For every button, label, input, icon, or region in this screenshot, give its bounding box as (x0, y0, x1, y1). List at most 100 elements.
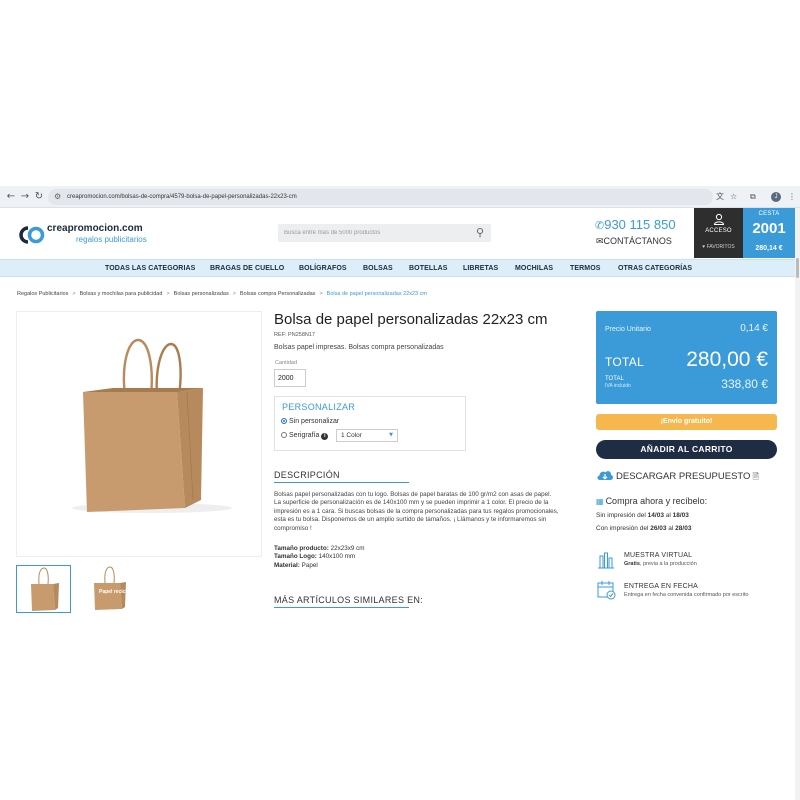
url-text[interactable]: creapromocion.com/bolsas-de-compra/4579-… (67, 191, 297, 203)
delivery-to: 18/03 (672, 512, 689, 519)
breadcrumb-link[interactable]: Bolsas compra Personalizadas (240, 291, 316, 297)
radio-label: Serigrafía (289, 432, 320, 439)
feature-virtual-sample: MUESTRA VIRTUAL Gratis, previa a la prod… (596, 549, 786, 571)
description-underline (274, 482, 409, 483)
spec-value: Papel (301, 561, 318, 569)
pdf-icon: 🗎 (752, 472, 759, 481)
delivery-mid: al (668, 525, 674, 532)
radio-selected-icon[interactable] (281, 417, 287, 424)
feature-bold: Gratis (624, 561, 640, 567)
phone-icon: ✆ (595, 219, 605, 232)
add-to-cart-button[interactable]: AÑADIR AL CARRITO (596, 440, 777, 459)
feature-sub: , previa a la producción (639, 561, 697, 567)
profile-avatar[interactable]: J (771, 192, 781, 202)
download-quote-link[interactable]: DESCARGAR PRESUPUESTO 🗎 (596, 467, 759, 485)
nav-item-otras[interactable]: OTRAS CATEGORÍAS (618, 263, 692, 274)
contact-label: CONTÁCTANOS (603, 236, 672, 246)
search-bar: ⚲ (278, 224, 491, 242)
paper-bag-image (72, 338, 232, 513)
feature-title: ENTREGA EN FECHA (624, 583, 698, 590)
address-bar[interactable]: ⚙ creapromocion.com/bolsas-de-compra/457… (48, 189, 713, 205)
nav-item-libretas[interactable]: LIBRETAS (463, 263, 498, 274)
spec-label: Tamaño Logo: (274, 553, 317, 561)
product-main-image[interactable] (16, 311, 262, 557)
nav-item-bragas[interactable]: BRAGAS DE CUELLO (210, 263, 284, 274)
spec-value: 22x23x9 cm (330, 545, 365, 552)
thumbnail-1[interactable] (16, 565, 71, 613)
site-header: creapromocion.com regalos publicitarios … (0, 208, 800, 258)
chevron-down-icon: ▼ (389, 432, 393, 438)
delivery-prefix: Sin impresión del (596, 512, 646, 519)
translate-icon[interactable]: 文 (716, 190, 724, 204)
quantity-input[interactable] (274, 369, 306, 387)
feature-title: MUESTRA VIRTUAL (624, 552, 693, 559)
delivery-with-print: Con impresión del 26/03 al 28/03 (596, 524, 691, 533)
radio-sin-personalizar[interactable]: Sin personalizar (281, 417, 339, 427)
cloud-download-icon (597, 471, 614, 480)
contact-link[interactable]: ✉CONTÁCTANOS (596, 235, 672, 248)
reload-icon[interactable]: ↻ (33, 190, 45, 204)
unit-price-label: Precio Unitario (605, 326, 651, 333)
logo-mark-icon (19, 226, 45, 244)
delivery-mid: al (665, 512, 671, 519)
favorites-link[interactable]: ♥ FAVORITOS (694, 243, 743, 251)
back-icon[interactable]: ← (5, 190, 17, 204)
total-iva-price: 338,80 € (721, 377, 768, 391)
product-specs: Tamaño producto: 22x23x9 cm Tamaño Logo:… (274, 545, 365, 570)
quantity-label: Cantidad (275, 360, 298, 366)
delivery-from: 26/03 (650, 525, 667, 532)
bookmark-star-icon[interactable]: ☆ (730, 190, 737, 204)
info-icon[interactable]: i (321, 433, 329, 440)
phone-link[interactable]: ✆930 115 850 (595, 217, 676, 234)
browser-toolbar: ← → ↻ ⚙ creapromocion.com/bolsas-de-comp… (0, 186, 800, 208)
site-info-icon[interactable]: ⚙ (54, 192, 64, 202)
feature-subtitle: Entrega en fecha convenida confirmado po… (624, 592, 749, 598)
spec-row: Tamaño producto: 22x23x9 cm (274, 545, 365, 553)
description-heading: DESCRIPCIÓN (274, 470, 340, 480)
search-input[interactable] (284, 226, 464, 240)
nav-item-mochilas[interactable]: MOCHILAS (515, 263, 553, 274)
nav-item-bolsas[interactable]: BOLSAS (363, 263, 393, 274)
breadcrumb-separator: > (166, 291, 170, 297)
breadcrumb-link[interactable]: Regalos Publicitarios (17, 291, 68, 297)
delivery-to: 28/03 (675, 525, 692, 532)
radio-serigrafia[interactable]: Serigrafía i (281, 431, 329, 441)
download-quote-label: DESCARGAR PRESUPUESTO (616, 471, 751, 482)
cart-total: 280,14 € (755, 245, 783, 252)
account-button[interactable]: ACCESO ♥ FAVORITOS (694, 208, 743, 258)
product-ref: REF: PN258N17 (274, 332, 315, 338)
delivery-without-print: Sin impresión del 14/03 al 18/03 (596, 511, 689, 520)
delivery-from: 14/03 (647, 512, 664, 519)
page-scrollbar[interactable] (795, 208, 800, 800)
nav-item-boligrafos[interactable]: BOLÍGRAFOS (299, 263, 347, 274)
breadcrumb: Regalos Publicitarios > Bolsas y mochilas … (17, 290, 427, 298)
forward-icon[interactable]: → (19, 190, 31, 204)
unit-price: 0,14 € (740, 323, 768, 334)
nav-item-all-categories[interactable]: TODAS LAS CATEGORIAS (105, 263, 195, 274)
radio-empty-icon[interactable] (281, 431, 287, 438)
browser-menu-icon[interactable]: ⋮ (788, 190, 796, 204)
cart-label: CESTA (758, 211, 780, 217)
color-select[interactable]: 1 Color ▼ (336, 429, 398, 442)
search-icon[interactable]: ⚲ (473, 226, 487, 240)
nav-item-botellas[interactable]: BOTELLAS (409, 263, 448, 274)
product-title: Bolsa de papel personalizadas 22x23 cm (274, 311, 548, 328)
printed-bag-thumb: Papel reciclado (94, 566, 136, 610)
breadcrumb-link[interactable]: Bolsas y mochilas para publicidad (80, 291, 163, 297)
cart-button[interactable]: CESTA 2001 280,14 € (743, 208, 795, 258)
paper-bag-thumb (31, 567, 59, 611)
calendar-check-icon (597, 581, 616, 600)
nav-item-termos[interactable]: TERMOS (570, 263, 601, 274)
scrollbar-thumb[interactable] (796, 258, 799, 278)
thumbnail-2[interactable]: Papel reciclado (81, 565, 136, 613)
radio-label: Sin personalizar (289, 418, 340, 425)
calendar-icon: ▦ (596, 497, 604, 506)
breadcrumb-separator: > (232, 291, 236, 297)
extensions-icon[interactable]: ⧉ (750, 190, 756, 204)
thumbnail-print-text: Papel reciclado (99, 589, 136, 595)
breadcrumb-link[interactable]: Bolsas personalizadas (174, 291, 229, 297)
spec-value: 140x100 mm (318, 553, 356, 561)
spec-row: Material: Papel (274, 562, 365, 570)
iva-note: IVA incluido (605, 383, 631, 389)
site-logo[interactable]: creapromocion.com regalos publicitarios (16, 222, 156, 246)
